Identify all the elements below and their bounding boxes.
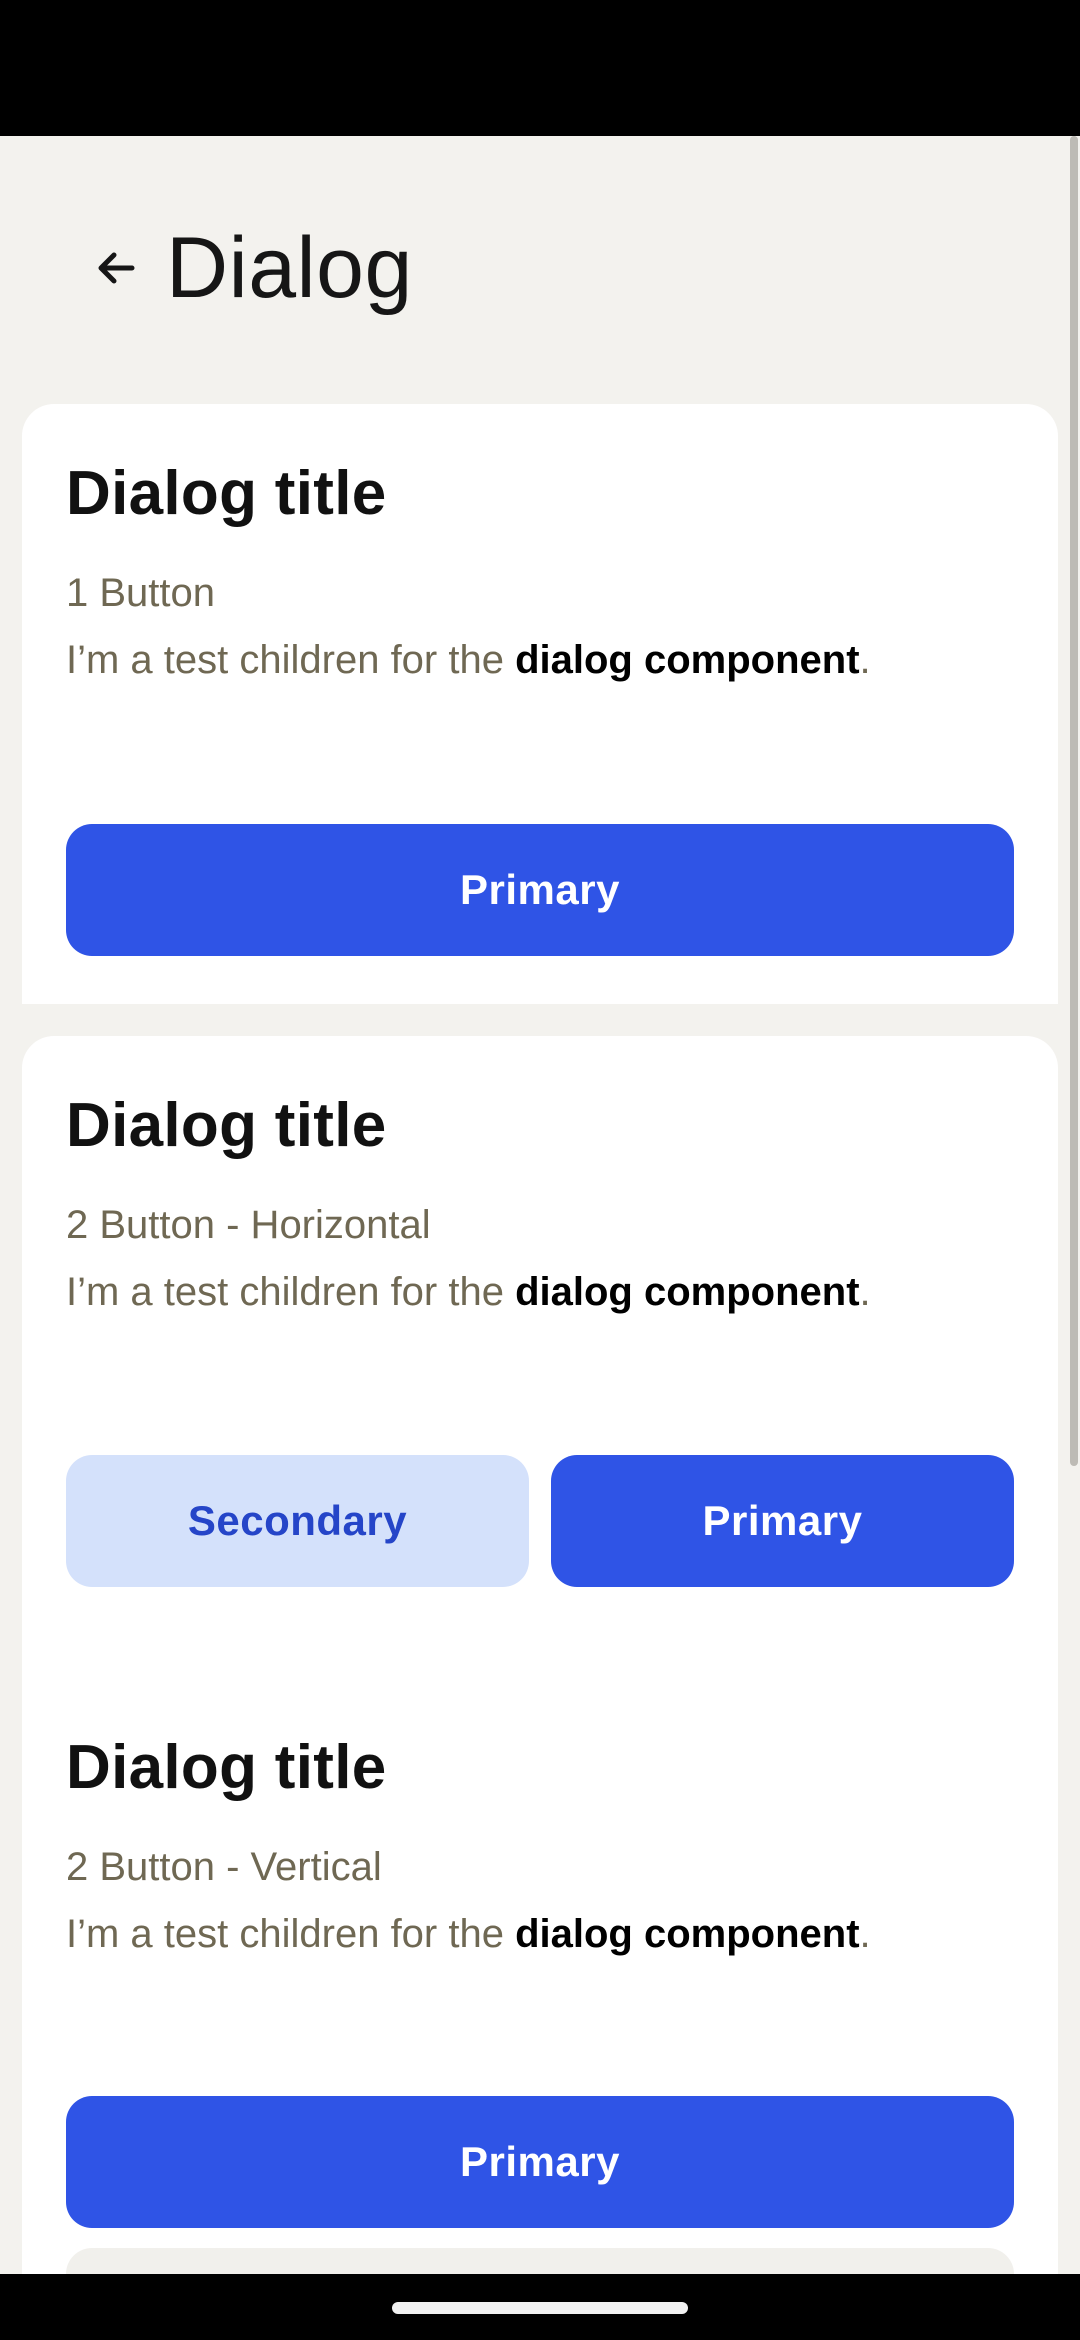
dialog-title: Dialog title — [66, 459, 387, 528]
dialog-body-text: I’m a test children for the — [66, 638, 516, 682]
dialog-body-bold: dialog component — [515, 638, 860, 682]
card-contents-layer: Dialog title 1 Button I’m a test childre… — [0, 136, 1080, 2274]
dialog-body-suffix: . — [859, 638, 871, 682]
status-bar — [0, 0, 1080, 136]
dialog-body: I’m a test children for the dialog compo… — [66, 635, 871, 685]
primary-button[interactable]: Primary — [66, 824, 1014, 956]
dialog-subtitle: 1 Button — [66, 571, 216, 615]
navigation-bar — [0, 2274, 1080, 2340]
secondary-button[interactable]: Secondary — [66, 1455, 529, 1587]
primary-button[interactable]: Primary — [551, 1455, 1014, 1587]
dialog-body: I’m a test children for the dialog compo… — [66, 1267, 871, 1317]
dialog-body-bold: dialog component — [515, 1912, 860, 1956]
next-card-peek — [66, 2248, 1014, 2274]
dialog-body-bold: dialog component — [515, 1270, 860, 1314]
dialog-body-suffix: . — [859, 1270, 871, 1314]
dialog-subtitle: 2 Button - Horizontal — [66, 1203, 431, 1247]
dialog-body-suffix: . — [859, 1912, 871, 1956]
dialog-body-text: I’m a test children for the — [66, 1270, 516, 1314]
primary-button[interactable]: Primary — [66, 2096, 1014, 2228]
dialog-body: I’m a test children for the dialog compo… — [66, 1909, 871, 1959]
dialog-body-text: I’m a test children for the — [66, 1912, 516, 1956]
home-indicator[interactable] — [392, 2302, 688, 2314]
dialog-title: Dialog title — [66, 1091, 387, 1160]
dialog-title: Dialog title — [66, 1733, 387, 1802]
dialog-subtitle: 2 Button - Vertical — [66, 1845, 382, 1889]
